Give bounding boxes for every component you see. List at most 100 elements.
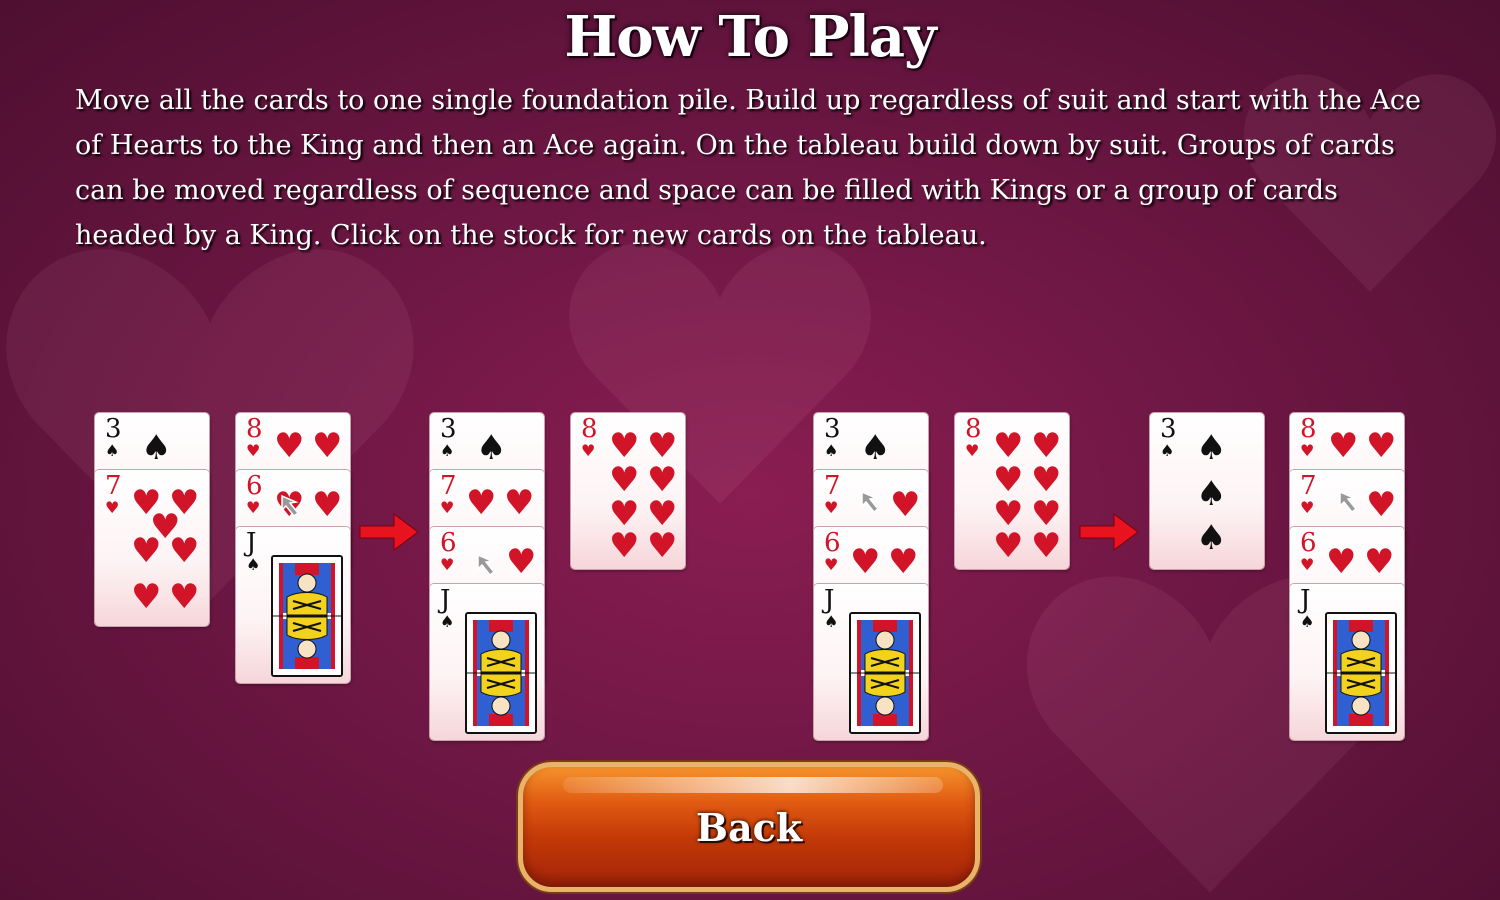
card-rank: 7: [105, 471, 122, 501]
heart-icon: ♥: [1366, 485, 1397, 525]
spade-icon: ♠: [246, 555, 261, 574]
card-rank: 3: [440, 414, 457, 444]
spade-icon: ♠: [1300, 612, 1315, 631]
heart-icon: ♥: [169, 577, 200, 617]
heart-icon: ♥: [440, 555, 455, 574]
heart-icon: ♥: [1031, 426, 1062, 466]
heart-icon: ♥: [993, 426, 1024, 466]
heart-icon: ♥: [609, 526, 640, 566]
spade-icon: ♠: [1196, 474, 1227, 514]
back-button[interactable]: Back: [518, 762, 980, 892]
spade-icon: ♠: [824, 612, 839, 631]
background-heart-icon: [6, 249, 414, 601]
heart-icon: ♥: [274, 426, 305, 466]
card-rank: 3: [824, 414, 841, 444]
card-rank: 3: [105, 414, 122, 444]
card-rank: 8: [581, 414, 598, 444]
heart-icon: ♥: [246, 498, 261, 517]
heart-icon: ♥: [888, 542, 919, 582]
heart-icon: ♥: [647, 526, 678, 566]
heart-icon: ♥: [504, 483, 535, 523]
playing-card: J ♠: [430, 584, 544, 740]
card-rank: 6: [1300, 528, 1317, 558]
card-rank: 7: [440, 471, 457, 501]
spade-icon: ♠: [824, 441, 839, 460]
heart-icon: ♥: [1366, 426, 1397, 466]
right-arrow-icon: [1079, 513, 1139, 551]
card-rank: 8: [965, 414, 982, 444]
playing-card: J ♠: [814, 584, 928, 740]
card-rank: 8: [1300, 414, 1317, 444]
heart-icon: ♥: [169, 531, 200, 571]
playing-card: 7 ♥ ♥ ♥ ♥ ♥ ♥ ♥ ♥: [95, 470, 209, 626]
heart-icon: ♥: [1328, 426, 1359, 466]
heart-icon: ♥: [609, 426, 640, 466]
spade-icon: ♠: [860, 428, 891, 468]
heart-icon: ♥: [824, 555, 839, 574]
playing-card: J ♠: [236, 527, 350, 683]
card-rank: J: [440, 585, 451, 615]
card-rank: 3: [1160, 414, 1177, 444]
spade-icon: ♠: [476, 428, 507, 468]
card-rank: 8: [246, 414, 263, 444]
playing-card: 8 ♥ ♥ ♥ ♥ ♥ ♥ ♥ ♥ ♥: [955, 413, 1069, 569]
heart-icon: ♥: [1364, 542, 1395, 582]
card-rank: 7: [1300, 471, 1317, 501]
playing-card: 3 ♠ ♠ ♠ ♠: [1150, 413, 1264, 569]
heart-icon: ♥: [312, 426, 343, 466]
playing-card: 8 ♥ ♥ ♥ ♥ ♥ ♥ ♥ ♥ ♥: [571, 413, 685, 569]
right-arrow-icon: [359, 513, 419, 551]
jack-face-icon: [271, 555, 343, 677]
spade-icon: ♠: [1196, 428, 1227, 468]
heart-icon: ♥: [609, 460, 640, 500]
button-gloss: [563, 777, 943, 793]
heart-icon: ♥: [1326, 542, 1357, 582]
spade-icon: ♠: [1196, 518, 1227, 558]
heart-icon: ♥: [993, 526, 1024, 566]
heart-icon: ♥: [131, 531, 162, 571]
jack-face-icon: [1325, 612, 1397, 734]
heart-icon: ♥: [647, 460, 678, 500]
cursor-icon: [477, 554, 495, 576]
spade-icon: ♠: [105, 441, 120, 460]
spade-icon: ♠: [440, 612, 455, 631]
instructions-text: Move all the cards to one single foundat…: [75, 85, 1421, 251]
heart-icon: ♥: [965, 441, 980, 460]
heart-icon: ♥: [506, 542, 537, 582]
heart-icon: ♥: [312, 485, 343, 525]
spade-icon: ♠: [1160, 441, 1175, 460]
card-rank: J: [824, 585, 835, 615]
card-rank: J: [1300, 585, 1311, 615]
cursor-icon: [861, 491, 879, 513]
cursor-icon: [1339, 491, 1357, 513]
card-rank: 7: [824, 471, 841, 501]
page-title: How To Play: [564, 4, 936, 70]
heart-icon: ♥: [647, 426, 678, 466]
heart-icon: ♥: [1031, 526, 1062, 566]
card-rank: 6: [440, 528, 457, 558]
heart-icon: ♥: [824, 498, 839, 517]
jack-face-icon: [465, 612, 537, 734]
card-rank: 6: [246, 471, 263, 501]
cursor-icon: [281, 495, 299, 517]
card-rank: J: [246, 528, 257, 558]
heart-icon: ♥: [105, 498, 120, 517]
heart-icon: ♥: [1300, 555, 1315, 574]
spade-icon: ♠: [440, 441, 455, 460]
heart-icon: ♥: [1300, 498, 1315, 517]
heart-icon: ♥: [581, 441, 596, 460]
heart-icon: ♥: [131, 577, 162, 617]
heart-icon: ♥: [246, 441, 261, 460]
heart-icon: ♥: [850, 542, 881, 582]
card-rank: 6: [824, 528, 841, 558]
heart-icon: ♥: [466, 483, 497, 523]
heart-icon: ♥: [993, 460, 1024, 500]
heart-icon: ♥: [1031, 460, 1062, 500]
back-button-label: Back: [695, 804, 803, 850]
heart-icon: ♥: [1300, 441, 1315, 460]
playing-card: J ♠: [1290, 584, 1404, 740]
jack-face-icon: [849, 612, 921, 734]
heart-icon: ♥: [890, 485, 921, 525]
heart-icon: ♥: [440, 498, 455, 517]
spade-icon: ♠: [141, 428, 172, 468]
